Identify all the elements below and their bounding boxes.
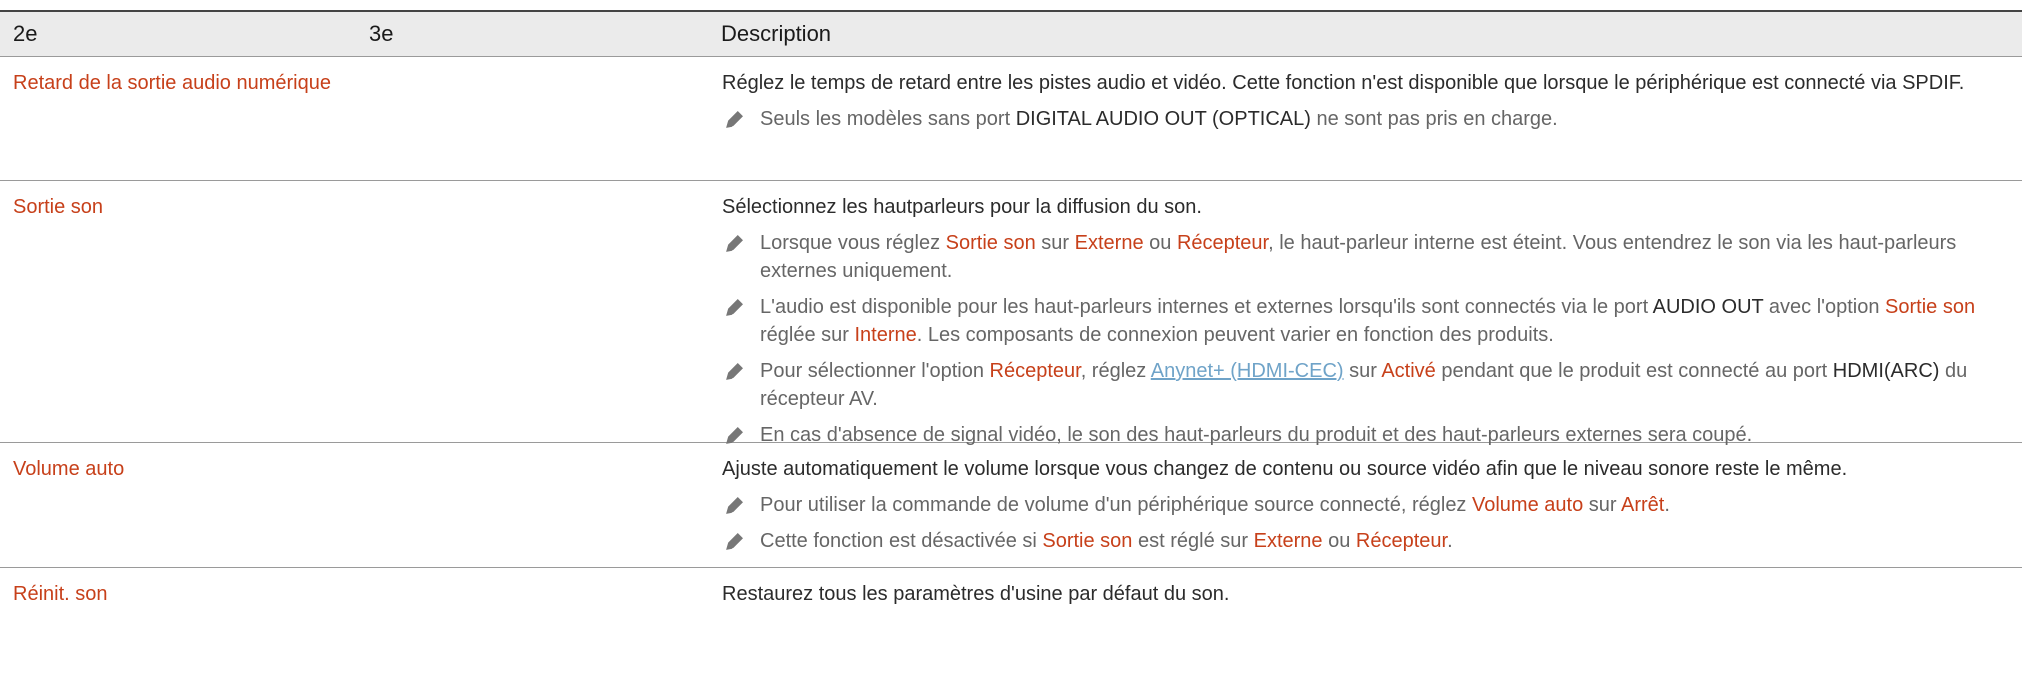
note-highlight: Externe [1253,530,1323,552]
note-text: Pour utiliser la commande de volume d'un… [760,494,1472,516]
table-row: Volume auto Ajuste automatiquement le vo… [0,443,2022,568]
note-highlight: Volume auto [1472,494,1584,516]
note-text: L'audio est disponible pour les haut-par… [760,296,1653,318]
note-text: pendant que le produit est connecté au p… [1435,360,1833,382]
note-highlight: Externe [1074,232,1144,254]
pencil-note-icon [726,299,743,316]
description-text: Réglez le temps de retard entre les pist… [722,72,1965,94]
note: Pour sélectionner l'option Récepteur, ré… [722,357,2017,413]
note-text: ou [1322,530,1356,552]
anynet-link[interactable]: Anynet+ (HDMI-CEC) [1151,360,1344,382]
setting-name: Réinit. son [13,583,108,605]
note-text: . Les composants de connexion peuvent va… [916,324,1554,346]
note-text: ou [1143,232,1177,254]
note: Lorsque vous réglez Sortie son sur Exter… [722,229,2017,285]
note-bold: HDMI(ARC) [1832,360,1940,382]
note-text: ne sont pas pris en charge. [1310,108,1558,130]
note-bold: AUDIO OUT [1652,296,1764,318]
note-text: sur [1583,494,1621,516]
note-highlight: Sortie son [945,232,1036,254]
note-highlight: Activé [1381,360,1436,382]
note-text: sur [1035,232,1075,254]
setting-description: Ajuste automatiquement le volume lorsque… [722,455,2017,555]
note-bold: DIGITAL AUDIO OUT (OPTICAL) [1015,108,1311,130]
settings-table: 2e 3e Description Retard de la sortie au… [0,10,2022,648]
header-col-3e: 3e [369,21,394,46]
note-text: avec l'option [1763,296,1886,318]
note-highlight: Récepteur [989,360,1081,382]
note-highlight: Récepteur [1355,530,1448,552]
note-text: , réglez [1080,360,1151,382]
note-highlight: Interne [854,324,917,346]
header-col-description: Description [721,21,832,46]
setting-name: Retard de la sortie audio numérique [13,72,331,94]
note: L'audio est disponible pour les haut-par… [722,293,2017,349]
table-row: Retard de la sortie audio numérique Régl… [0,57,2022,181]
description-text: Restaurez tous les paramètres d'usine pa… [722,583,1230,605]
setting-name: Sortie son [13,196,104,218]
pencil-note-icon [726,235,743,252]
note-text: réglée sur [760,324,855,346]
note-text: Pour sélectionner l'option [760,360,990,382]
note-highlight: Sortie son [1042,530,1133,552]
table-row: Sortie son Sélectionnez les hautparleurs… [0,181,2022,446]
note-text: . [1447,530,1453,552]
pencil-note-icon [726,363,743,380]
note: Seuls les modèles sans port DIGITAL AUDI… [722,105,2017,133]
setting-description: Réglez le temps de retard entre les pist… [722,69,2017,133]
pencil-note-icon [726,533,743,550]
table-row: Réinit. son Restaurez tous les paramètre… [0,568,2022,648]
description-text: Sélectionnez les hautparleurs pour la di… [722,196,1202,218]
pencil-note-icon [726,497,743,514]
note: Cette fonction est désactivée si Sortie … [722,527,2017,555]
note-text: Seuls les modèles sans port [760,108,1016,130]
note-text: Cette fonction est désactivée si [760,530,1043,552]
note: Pour utiliser la commande de volume d'un… [722,491,2017,519]
note-highlight: Sortie son [1885,296,1976,318]
table-header: 2e 3e Description [0,10,2022,57]
setting-description: Restaurez tous les paramètres d'usine pa… [722,580,2017,608]
pencil-note-icon [726,111,743,128]
setting-description: Sélectionnez les hautparleurs pour la di… [722,193,2017,449]
note-text: est réglé sur [1132,530,1254,552]
description-text: Ajuste automatiquement le volume lorsque… [722,458,1848,480]
note-text: . [1664,494,1670,516]
note-text: sur [1343,360,1382,382]
note-text: Lorsque vous réglez [760,232,946,254]
setting-name: Volume auto [13,458,125,480]
header-col-2e: 2e [13,21,38,46]
note-highlight: Arrêt [1621,494,1665,516]
note-highlight: Récepteur [1176,232,1269,254]
